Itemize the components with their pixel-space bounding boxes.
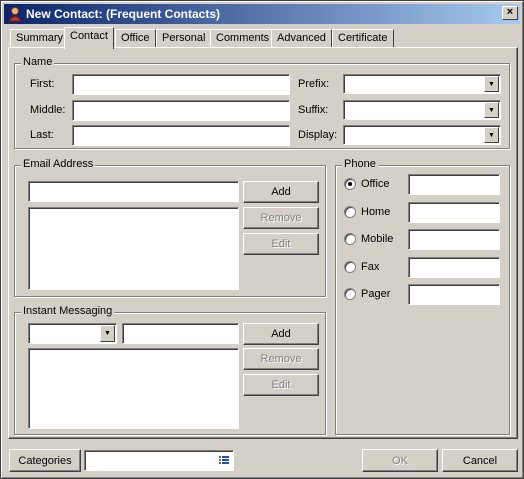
title-bar: New Contact: (Frequent Contacts) × <box>4 4 520 24</box>
phone-office-field[interactable] <box>408 174 500 195</box>
first-label: First: <box>30 78 55 90</box>
phone-fax-radio[interactable] <box>344 261 356 273</box>
tab-advanced[interactable]: Advanced <box>271 29 332 48</box>
phone-group-label: Phone <box>342 158 378 170</box>
radio-selected-dot <box>348 182 352 186</box>
email-add-button[interactable]: Add <box>243 181 319 203</box>
ok-button[interactable]: OK <box>362 449 438 472</box>
phone-pager-radio[interactable] <box>344 288 356 300</box>
tab-office[interactable]: Office <box>115 29 156 48</box>
contact-tab-panel: Name First: Middle: Last: Prefix: ▼ Suff… <box>8 47 518 439</box>
im-address-input[interactable] <box>122 323 239 344</box>
list-icon[interactable] <box>218 454 230 466</box>
prefix-dropdown[interactable]: ▼ <box>343 74 501 94</box>
display-label: Display: <box>298 129 338 141</box>
chevron-down-icon[interactable]: ▼ <box>484 76 499 92</box>
im-service-dropdown[interactable]: ▼ <box>28 323 117 344</box>
phone-group: Phone Office Home Mobile Fax Pager <box>335 158 510 435</box>
phone-mobile-label: Mobile <box>361 233 394 245</box>
suffix-label: Suffix: <box>298 104 329 116</box>
cancel-button[interactable]: Cancel <box>442 449 518 472</box>
phone-fax-field[interactable] <box>408 257 500 278</box>
phone-office-label: Office <box>361 178 390 190</box>
close-button[interactable]: × <box>502 6 518 20</box>
middle-label: Middle: <box>30 104 66 116</box>
phone-home-label: Home <box>361 206 391 218</box>
phone-pager-field[interactable] <box>408 284 500 305</box>
display-dropdown[interactable]: ▼ <box>343 125 501 145</box>
phone-mobile-radio[interactable] <box>344 233 356 245</box>
name-group-label: Name <box>21 56 55 68</box>
contact-icon <box>8 7 22 22</box>
email-group-label: Email Address <box>21 158 96 170</box>
tab-certificate[interactable]: Certificate <box>332 29 394 48</box>
prefix-label: Prefix: <box>298 78 330 90</box>
close-icon: × <box>506 6 514 18</box>
name-group: Name First: Middle: Last: Prefix: ▼ Suff… <box>14 56 510 149</box>
im-remove-button[interactable]: Remove <box>243 348 319 370</box>
phone-office-radio[interactable] <box>344 178 356 190</box>
chevron-down-icon[interactable]: ▼ <box>484 102 499 118</box>
email-group: Email Address Add Remove Edit <box>14 158 326 297</box>
email-remove-button[interactable]: Remove <box>243 207 319 229</box>
im-list[interactable] <box>28 348 239 429</box>
chevron-down-icon[interactable]: ▼ <box>100 325 115 342</box>
tab-contact[interactable]: Contact <box>64 27 114 49</box>
phone-mobile-field[interactable] <box>408 229 500 250</box>
im-edit-button[interactable]: Edit <box>243 374 319 396</box>
phone-fax-label: Fax <box>361 261 380 273</box>
middle-name-field[interactable] <box>72 100 290 121</box>
categories-button[interactable]: Categories <box>9 449 81 472</box>
tab-personal[interactable]: Personal <box>156 29 212 48</box>
first-name-field[interactable] <box>72 74 290 95</box>
last-name-field[interactable] <box>72 125 290 146</box>
chevron-down-icon[interactable]: ▼ <box>484 127 499 143</box>
im-add-button[interactable]: Add <box>243 323 319 345</box>
email-input[interactable] <box>28 181 239 202</box>
email-list[interactable] <box>28 207 239 290</box>
contact-dialog: New Contact: (Frequent Contacts) × Summa… <box>0 0 524 479</box>
last-label: Last: <box>30 129 54 141</box>
categories-field[interactable] <box>84 450 234 471</box>
tab-comments[interactable]: Comments <box>210 29 276 48</box>
suffix-dropdown[interactable]: ▼ <box>343 100 501 120</box>
instant-messaging-group: Instant Messaging ▼ Add Remove Edit <box>14 305 326 435</box>
email-edit-button[interactable]: Edit <box>243 233 319 255</box>
window-title: New Contact: (Frequent Contacts) <box>26 7 221 21</box>
phone-home-radio[interactable] <box>344 206 356 218</box>
tab-summary[interactable]: Summary <box>10 29 70 48</box>
phone-home-field[interactable] <box>408 202 500 223</box>
phone-pager-label: Pager <box>361 288 391 300</box>
im-group-label: Instant Messaging <box>21 305 115 317</box>
